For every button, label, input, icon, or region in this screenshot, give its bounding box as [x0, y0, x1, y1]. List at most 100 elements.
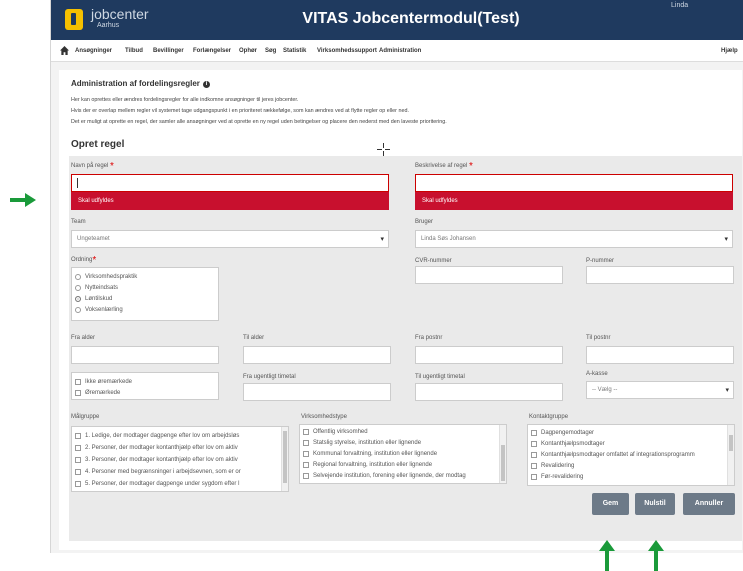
user-name[interactable]: Linda: [671, 2, 688, 9]
checkbox-icon[interactable]: [75, 481, 81, 487]
checkbox-icon[interactable]: [531, 462, 537, 469]
virk-item-label: Offentlig virksomhed: [313, 428, 368, 435]
team-select[interactable]: Ungeteamet: [71, 230, 389, 248]
arrow-up-icon: [599, 540, 615, 571]
maalgruppe-item[interactable]: 4. Personer med begrænsninger i arbejdse…: [72, 466, 288, 478]
radio-icon[interactable]: [75, 273, 81, 280]
ordning-option[interactable]: Virksomhedspraktik: [72, 271, 218, 282]
til-postnr-input[interactable]: [586, 346, 734, 364]
nav-ansoegninger[interactable]: Ansøgninger: [75, 48, 112, 54]
virk-item-label: Regional forvaltning, institution eller …: [313, 461, 433, 468]
checkbox-icon[interactable]: [303, 428, 309, 435]
nav-ophoer[interactable]: Ophør: [239, 48, 257, 54]
kontakt-item[interactable]: Kontanthjælpsmodtager omfattet af integr…: [528, 449, 734, 460]
virk-item[interactable]: Selvejende institution, forening eller l…: [300, 470, 506, 481]
radio-icon[interactable]: [75, 306, 81, 313]
cvr-label: CVR-nummer: [415, 258, 452, 264]
cvr-input[interactable]: [415, 266, 563, 284]
fra-timetal-input[interactable]: [243, 383, 391, 401]
checkbox-icon[interactable]: [75, 433, 81, 439]
earmark-option[interactable]: Ikke øremærkede: [72, 376, 218, 387]
main-nav: Ansøgninger Tilbud Bevillinger Forlængel…: [51, 40, 743, 62]
nav-help[interactable]: Hjælp: [721, 48, 738, 54]
til-alder-input[interactable]: [243, 346, 391, 364]
checkbox-icon[interactable]: [75, 469, 81, 475]
fra-postnr-label: Fra postnr: [415, 335, 443, 341]
checkbox-icon[interactable]: [75, 389, 81, 396]
nav-forlaengelser[interactable]: Forlængelser: [193, 48, 231, 54]
virk-item[interactable]: Offentlig virksomhed: [300, 426, 506, 437]
nav-virksomhedssupport[interactable]: Virksomhedssupport: [317, 48, 377, 54]
checkbox-icon[interactable]: [75, 378, 81, 385]
rule-form: Navn på regel * Skal udfyldes Beskrivels…: [69, 156, 742, 541]
maalgruppe-item[interactable]: 3. Personer, der modtager kontanthjælp e…: [72, 454, 288, 466]
home-icon[interactable]: [60, 46, 69, 55]
checkbox-icon[interactable]: [531, 440, 537, 447]
kontakt-item-label: Før-revalidering: [541, 473, 584, 480]
checkbox-icon[interactable]: [303, 461, 309, 468]
info-line-3: Det er muligt at oprette en regel, der s…: [71, 119, 447, 125]
maalgruppe-item[interactable]: 2. Personer, der modtager kontanthjælp e…: [72, 442, 288, 454]
checkbox-icon[interactable]: [531, 473, 537, 480]
ordning-option-label: Nytteindsats: [85, 284, 119, 291]
required-marker: *: [110, 161, 114, 172]
checkbox-icon[interactable]: [531, 451, 537, 458]
ordning-option-label: Virksomhedspraktik: [85, 273, 138, 280]
maalgruppe-scrollbar[interactable]: [281, 427, 288, 491]
nav-tilbud[interactable]: Tilbud: [125, 48, 143, 54]
cancel-button[interactable]: Annuller: [683, 493, 735, 515]
maalgruppe-item-label: 1. Ledige, der modtager dagpenge efter l…: [85, 433, 240, 439]
akasse-select[interactable]: -- Vælg --: [586, 381, 734, 399]
reset-button[interactable]: Nulstil: [635, 493, 675, 515]
maalgruppe-item[interactable]: 1. Ledige, der modtager dagpenge efter l…: [72, 430, 288, 442]
checkbox-icon[interactable]: [303, 439, 309, 446]
fra-alder-input[interactable]: [71, 346, 219, 364]
nav-statistik[interactable]: Statistik: [283, 48, 306, 54]
radio-selected-icon[interactable]: [75, 295, 81, 302]
info-line-2: Hvis der er overlap mellem regler vil sy…: [71, 108, 409, 114]
checkbox-icon[interactable]: [75, 457, 81, 463]
nav-bevillinger[interactable]: Bevillinger: [153, 48, 184, 54]
kontakt-item[interactable]: Dagpengemodtager: [528, 427, 734, 438]
save-button[interactable]: Gem: [592, 493, 629, 515]
kontakt-item[interactable]: Før-revalidering: [528, 471, 734, 482]
kontakt-item-label: Revalidering: [541, 462, 575, 469]
til-timetal-label: Til ugentligt timetal: [415, 374, 465, 380]
text-caret: [77, 178, 78, 188]
checkbox-icon[interactable]: [531, 429, 537, 436]
ordning-option-label: Voksenlærling: [85, 306, 123, 313]
nav-administration[interactable]: Administration: [379, 48, 421, 54]
virk-item[interactable]: Statslig styrelse, institution eller lig…: [300, 437, 506, 448]
ordning-label-text: Ordning: [71, 257, 93, 263]
earmark-option[interactable]: Øremærkede: [72, 387, 218, 398]
checkbox-icon[interactable]: [303, 450, 309, 457]
virk-item[interactable]: Kommunal forvaltning, institution eller …: [300, 448, 506, 459]
nav-soeg[interactable]: Søg: [265, 48, 276, 54]
til-timetal-input[interactable]: [415, 383, 563, 401]
fra-postnr-input[interactable]: [415, 346, 563, 364]
desc-label-text: Beskrivelse af regel: [415, 163, 468, 169]
virksomhedstype-list: Offentlig virksomhed Statslig styrelse, …: [299, 424, 507, 484]
radio-icon[interactable]: [75, 284, 81, 291]
maalgruppe-item[interactable]: 5. Personer, der modtager dagpenge under…: [72, 478, 288, 490]
p-number-input[interactable]: [586, 266, 734, 284]
checkbox-icon[interactable]: [303, 472, 309, 479]
ordning-option[interactable]: Løntilskud: [72, 293, 218, 304]
required-marker: *: [469, 161, 473, 172]
info-icon[interactable]: i: [202, 81, 210, 88]
kontakt-item[interactable]: Revalidering: [528, 460, 734, 471]
virk-scrollbar[interactable]: [499, 425, 506, 483]
brand-name: jobcenter: [91, 6, 149, 22]
name-label-text: Navn på regel: [71, 163, 109, 169]
kontakt-item[interactable]: Kontanthjælpsmodtager: [528, 438, 734, 449]
page-title: Administration af fordelingsregler i: [71, 79, 210, 88]
user-select[interactable]: Linda Søs Johansen: [415, 230, 733, 248]
user-label: Bruger: [415, 219, 434, 225]
rule-desc-input[interactable]: [415, 174, 733, 192]
ordning-option[interactable]: Voksenlærling: [72, 304, 218, 315]
virk-item[interactable]: Regional forvaltning, institution eller …: [300, 459, 506, 470]
kontakt-scrollbar[interactable]: [727, 425, 734, 485]
ordning-option[interactable]: Nytteindsats: [72, 282, 218, 293]
rule-name-input[interactable]: [71, 174, 389, 192]
checkbox-icon[interactable]: [75, 445, 81, 451]
